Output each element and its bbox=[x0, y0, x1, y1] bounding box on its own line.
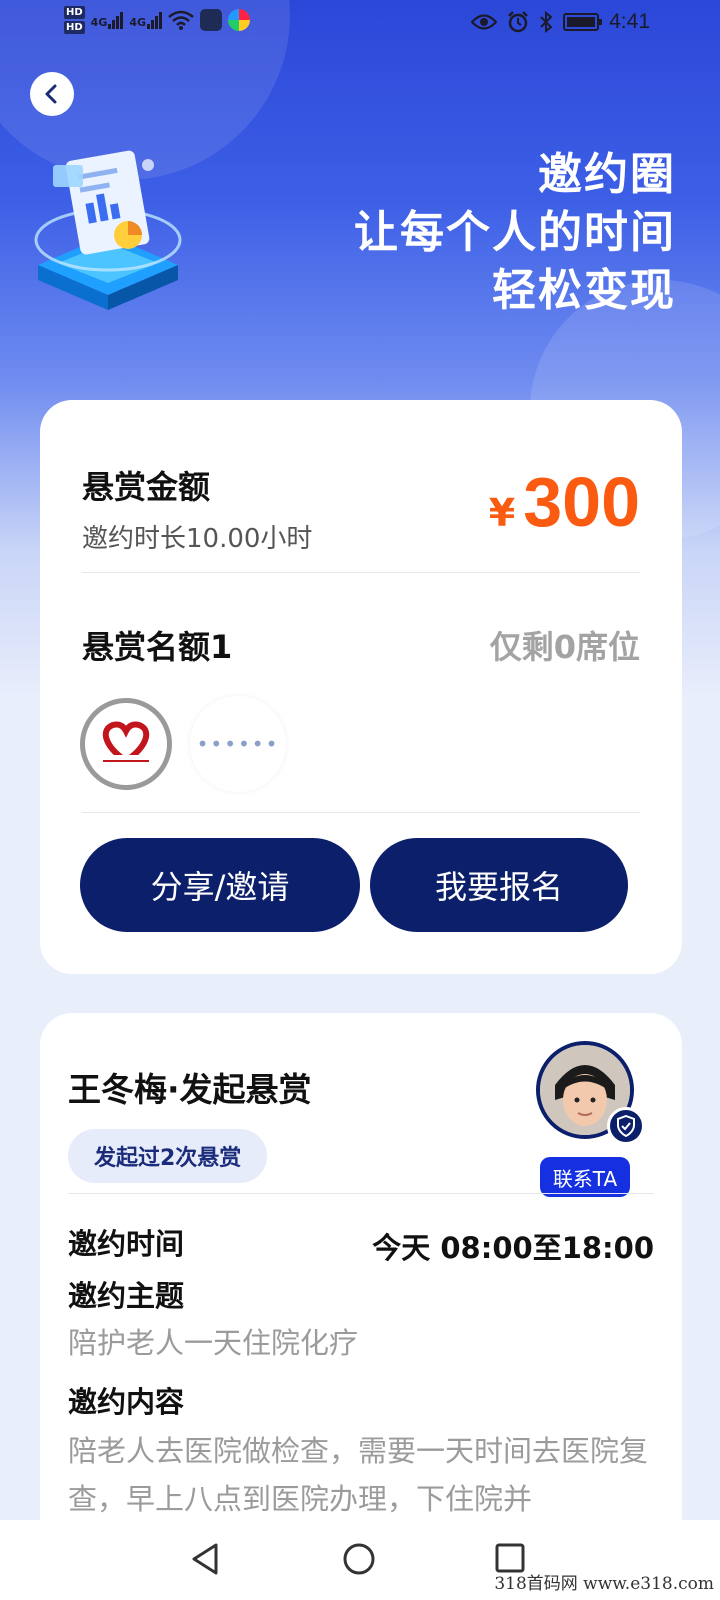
slogan-line: 邀约圈 bbox=[538, 149, 676, 200]
back-triangle-icon[interactable] bbox=[190, 1542, 222, 1576]
slogan-line: 轻松变现 bbox=[492, 265, 676, 316]
hero-slogan: 邀约圈 让每个人的时间 轻松变现 bbox=[354, 146, 676, 320]
network-label: 4G bbox=[129, 15, 147, 29]
participant-avatar[interactable] bbox=[80, 698, 172, 790]
contact-button[interactable]: 联系TA bbox=[540, 1157, 630, 1197]
heart-logo-icon bbox=[99, 721, 153, 765]
battery-icon bbox=[563, 13, 603, 31]
time-label: 邀约时间 bbox=[68, 1227, 185, 1261]
app-notification-icon bbox=[200, 9, 223, 31]
wifi-icon bbox=[168, 10, 194, 30]
quota-remaining: 仅剩0席位 bbox=[489, 628, 640, 666]
document-illustration-icon bbox=[34, 150, 182, 310]
eye-icon bbox=[471, 14, 498, 30]
content-value: 陪老人去医院做检查，需要一天时间去医院复查，早上八点到医院办理，下住院并 bbox=[68, 1434, 649, 1516]
share-invite-button[interactable]: 分享/邀请 bbox=[80, 838, 360, 932]
amount-value: 300 bbox=[523, 463, 640, 541]
system-nav-bar: 318首码网 www.e318.com bbox=[0, 1520, 720, 1600]
clock: 4:41 bbox=[609, 10, 650, 33]
host-card: 王冬梅·发起悬赏 发起过2次悬赏 联系TA 邀约时间 今天 08:00至18:0… bbox=[40, 1013, 682, 1600]
reward-card: 悬赏金额 邀约时长10.00小时 ¥ 300 悬赏名额1 仅剩0席位 •••••… bbox=[40, 400, 682, 974]
divider bbox=[82, 572, 640, 573]
home-circle-icon[interactable] bbox=[342, 1542, 376, 1576]
topic-value: 陪护老人一天住院化疗 bbox=[68, 1326, 359, 1360]
quota-title: 悬赏名额1 bbox=[82, 628, 233, 666]
network-label: 4G bbox=[90, 15, 108, 29]
topic-label: 邀约主题 bbox=[68, 1279, 185, 1313]
divider bbox=[82, 812, 640, 813]
watermark: 318首码网 www.e318.com bbox=[494, 1574, 714, 1594]
chevron-left-icon bbox=[45, 84, 57, 104]
hd-label: HD bbox=[64, 6, 85, 19]
divider bbox=[68, 1193, 654, 1194]
currency-symbol: ¥ bbox=[488, 491, 516, 535]
time-value: 今天 08:00至18:00 bbox=[372, 1231, 654, 1265]
app-notification-icon bbox=[228, 9, 251, 31]
reward-count-badge: 发起过2次悬赏 bbox=[68, 1129, 268, 1183]
reward-amount: ¥ 300 bbox=[489, 462, 640, 542]
duration-text: 邀约时长10.00小时 bbox=[82, 524, 313, 554]
content-label: 邀约内容 bbox=[68, 1385, 185, 1419]
hd-label: HD bbox=[64, 21, 85, 34]
amount-title: 悬赏金额 bbox=[82, 468, 211, 506]
slogan-line: 让每个人的时间 bbox=[354, 207, 676, 258]
host-title: 王冬梅·发起悬赏 bbox=[68, 1070, 312, 1109]
alarm-icon bbox=[508, 11, 529, 33]
hd-indicators: HD HD bbox=[64, 6, 85, 34]
signal-icon: 4G bbox=[90, 11, 124, 29]
more-participants[interactable]: •••••• bbox=[190, 696, 286, 792]
verified-shield-icon bbox=[607, 1107, 645, 1145]
back-button[interactable] bbox=[30, 72, 74, 116]
status-right: 4:41 bbox=[471, 10, 650, 34]
status-left: HD HD 4G 4G bbox=[64, 6, 251, 34]
sign-up-button[interactable]: 我要报名 bbox=[370, 838, 628, 932]
signal-icon: 4G bbox=[129, 11, 163, 29]
status-bar: HD HD 4G 4G 4:41 bbox=[0, 0, 720, 48]
bluetooth-icon bbox=[540, 11, 553, 33]
